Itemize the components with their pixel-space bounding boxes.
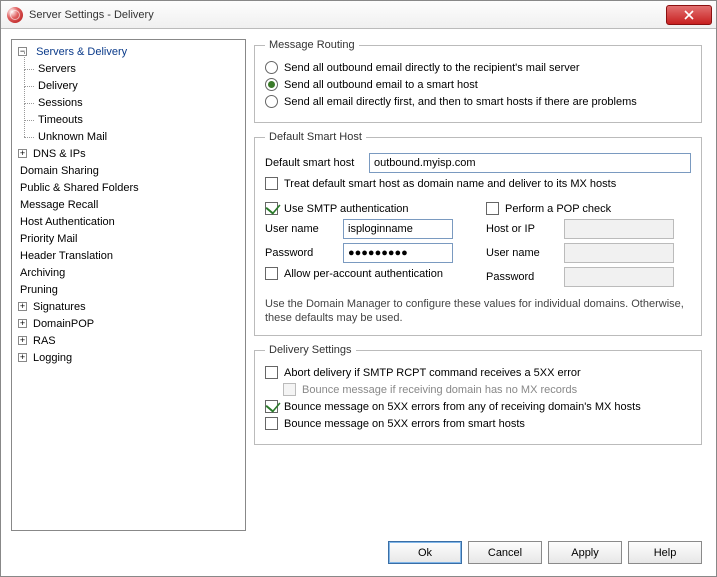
check-pop[interactable] — [486, 202, 499, 215]
smtp-pass-label: Password — [265, 247, 335, 259]
check-per-account-label[interactable]: Allow per-account authentication — [284, 268, 443, 280]
smart-host-note: Use the Domain Manager to configure thes… — [265, 297, 691, 325]
tree-servers[interactable]: Servers — [36, 63, 78, 75]
check-per-account[interactable] — [265, 267, 278, 280]
apply-button[interactable]: Apply — [548, 541, 622, 564]
tree-delivery[interactable]: Delivery — [36, 80, 80, 92]
tree-public-shared[interactable]: Public & Shared Folders — [18, 182, 141, 194]
tree-archiving[interactable]: Archiving — [18, 267, 67, 279]
pop-host-label: Host or IP — [486, 223, 556, 235]
check-treat-mx-label[interactable]: Treat default smart host as domain name … — [284, 178, 616, 190]
tree-domainpop[interactable]: DomainPOP — [31, 318, 96, 330]
tree-host-auth[interactable]: Host Authentication — [18, 216, 117, 228]
check-bounce-no-mx-label: Bounce message if receiving domain has n… — [302, 384, 577, 396]
dialog-buttons: Ok Cancel Apply Help — [1, 531, 716, 576]
delivery-settings-legend: Delivery Settings — [265, 344, 356, 356]
check-treat-mx[interactable] — [265, 177, 278, 190]
radio-direct[interactable] — [265, 61, 278, 74]
smtp-user-label: User name — [265, 223, 335, 235]
cancel-button[interactable]: Cancel — [468, 541, 542, 564]
expander-dns-ips[interactable]: + — [18, 149, 27, 158]
tree-sessions[interactable]: Sessions — [36, 97, 85, 109]
tree-message-recall[interactable]: Message Recall — [18, 199, 100, 211]
check-abort-rcpt[interactable] — [265, 366, 278, 379]
expander-logging[interactable]: + — [18, 353, 27, 362]
close-icon — [684, 10, 694, 20]
check-pop-label[interactable]: Perform a POP check — [505, 203, 611, 215]
check-smtp-auth[interactable] — [265, 202, 278, 215]
expander-domainpop[interactable]: + — [18, 319, 27, 328]
server-settings-window: Server Settings - Delivery − Servers & D… — [0, 0, 717, 577]
smart-host-group: Default Smart Host Default smart host Tr… — [254, 131, 702, 336]
radio-fallback[interactable] — [265, 95, 278, 108]
titlebar: Server Settings - Delivery — [1, 1, 716, 29]
check-bounce-smart-5xx-label[interactable]: Bounce message on 5XX errors from smart … — [284, 418, 525, 430]
radio-smart-host[interactable] — [265, 78, 278, 91]
check-abort-rcpt-label[interactable]: Abort delivery if SMTP RCPT command rece… — [284, 367, 581, 379]
check-bounce-mx-5xx-label[interactable]: Bounce message on 5XX errors from any of… — [284, 401, 641, 413]
ok-button[interactable]: Ok — [388, 541, 462, 564]
tree-timeouts[interactable]: Timeouts — [36, 114, 85, 126]
nav-tree[interactable]: − Servers & Delivery Servers Delivery Se… — [11, 39, 246, 531]
tree-ras[interactable]: RAS — [31, 335, 58, 347]
radio-fallback-label[interactable]: Send all email directly first, and then … — [284, 96, 637, 108]
expander-ras[interactable]: + — [18, 336, 27, 345]
smart-host-legend: Default Smart Host — [265, 131, 366, 143]
tree-signatures[interactable]: Signatures — [31, 301, 88, 313]
check-bounce-no-mx — [283, 383, 296, 396]
radio-smart-host-label[interactable]: Send all outbound email to a smart host — [284, 79, 478, 91]
app-icon — [7, 7, 23, 23]
pop-user-label: User name — [486, 247, 556, 259]
tree-servers-delivery[interactable]: Servers & Delivery — [34, 46, 129, 58]
expander-servers-delivery[interactable]: − — [18, 47, 27, 56]
settings-panel: Message Routing Send all outbound email … — [254, 39, 706, 531]
help-button[interactable]: Help — [628, 541, 702, 564]
pop-host-input[interactable] — [564, 219, 674, 239]
check-bounce-smart-5xx[interactable] — [265, 417, 278, 430]
tree-pruning[interactable]: Pruning — [18, 284, 60, 296]
check-smtp-auth-label[interactable]: Use SMTP authentication — [284, 203, 409, 215]
pop-pass-input[interactable] — [564, 267, 674, 287]
tree-priority-mail[interactable]: Priority Mail — [18, 233, 79, 245]
tree-logging[interactable]: Logging — [31, 352, 74, 364]
pop-pass-label: Password — [486, 271, 556, 283]
expander-signatures[interactable]: + — [18, 302, 27, 311]
close-button[interactable] — [666, 5, 712, 25]
pop-user-input[interactable] — [564, 243, 674, 263]
default-smart-host-label: Default smart host — [265, 157, 361, 169]
delivery-settings-group: Delivery Settings Abort delivery if SMTP… — [254, 344, 702, 445]
window-title: Server Settings - Delivery — [29, 9, 666, 21]
radio-direct-label[interactable]: Send all outbound email directly to the … — [284, 62, 580, 74]
message-routing-legend: Message Routing — [265, 39, 359, 51]
tree-domain-sharing[interactable]: Domain Sharing — [18, 165, 101, 177]
default-smart-host-input[interactable] — [369, 153, 691, 173]
smtp-user-input[interactable] — [343, 219, 453, 239]
tree-dns-ips[interactable]: DNS & IPs — [31, 148, 88, 160]
message-routing-group: Message Routing Send all outbound email … — [254, 39, 702, 123]
check-bounce-mx-5xx[interactable] — [265, 400, 278, 413]
tree-header-translation[interactable]: Header Translation — [18, 250, 115, 262]
tree-unknown-mail[interactable]: Unknown Mail — [36, 131, 109, 143]
smtp-pass-input[interactable] — [343, 243, 453, 263]
